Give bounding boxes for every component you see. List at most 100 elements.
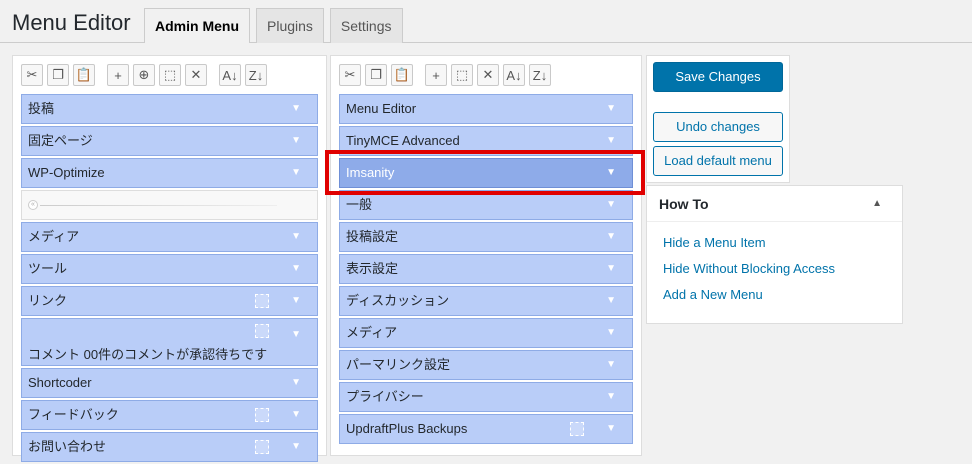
dropdown-arrow-icon[interactable]: ▼: [606, 287, 616, 315]
menu-item-label: ツール: [28, 261, 68, 276]
tab-plugins[interactable]: Plugins: [256, 8, 324, 43]
menu-item-label: お問い合わせ: [28, 439, 107, 454]
collapse-icon[interactable]: ▲: [872, 186, 882, 222]
dropdown-arrow-icon[interactable]: ▼: [291, 287, 301, 315]
dropdown-arrow-icon[interactable]: ▼: [606, 319, 616, 347]
new-menu-icon[interactable]: +: [107, 64, 129, 86]
admin-menu-panel: ✂ ❐ 📋 + ⊕ ⬚ ✕ A↓ Z↓ 投稿 ▼ 固定ページ ▼ WP-Optimi…: [12, 55, 327, 462]
tab-bar: Admin Menu Plugins Settings: [144, 8, 403, 43]
hidden-item-icon: [255, 324, 269, 338]
submenu-item[interactable]: メディア ▼: [339, 318, 633, 348]
menu-toolbar: ✂ ❐ 📋 + ⊕ ⬚ ✕ A↓ Z↓: [21, 64, 271, 86]
submenu-item[interactable]: パーマリンク設定 ▼: [339, 350, 633, 380]
menu-item[interactable]: WP-Optimize ▼: [21, 158, 318, 188]
sort-ascending-icon[interactable]: A↓: [503, 64, 525, 86]
paste-icon[interactable]: 📋: [391, 64, 413, 86]
menu-item-label: WP-Optimize: [28, 165, 105, 180]
menu-item-label: フィードバック: [28, 407, 119, 422]
submenu-item[interactable]: ディスカッション ▼: [339, 286, 633, 316]
submenu-item[interactable]: Menu Editor ▼: [339, 94, 633, 124]
menu-item-label: 固定ページ: [28, 133, 93, 148]
hidden-item-icon: [255, 408, 269, 422]
tab-settings[interactable]: Settings: [329, 8, 403, 43]
dropdown-arrow-icon[interactable]: ▼: [606, 191, 616, 219]
menu-item-label: 投稿: [28, 101, 55, 116]
menu-item[interactable]: リンク ▼: [21, 286, 318, 316]
dropdown-arrow-icon[interactable]: ▼: [606, 255, 616, 283]
submenu-item[interactable]: 表示設定 ▼: [339, 254, 633, 284]
submenu-item-label: パーマリンク設定: [346, 357, 451, 372]
dropdown-arrow-icon[interactable]: ▼: [606, 415, 616, 443]
menu-item[interactable]: フィードバック ▼: [21, 400, 318, 430]
new-menu-icon[interactable]: +: [425, 64, 447, 86]
dropdown-arrow-icon[interactable]: ▼: [291, 433, 301, 461]
paste-icon[interactable]: 📋: [73, 64, 95, 86]
dropdown-arrow-icon[interactable]: ▼: [291, 159, 301, 187]
dropdown-arrow-icon[interactable]: ▼: [291, 369, 301, 397]
submenu-item-label: UpdraftPlus Backups: [346, 421, 468, 436]
dropdown-arrow-icon[interactable]: ▼: [606, 351, 616, 379]
how-to-box: How To ▲ Hide a Menu Item Hide Without B…: [646, 185, 903, 324]
submenu-item[interactable]: プライバシー ▼: [339, 382, 633, 412]
submenu-item[interactable]: UpdraftPlus Backups ▼: [339, 414, 633, 444]
hide-icon[interactable]: ⬚: [451, 64, 473, 86]
submenu-item-label: TinyMCE Advanced: [346, 133, 460, 148]
dropdown-arrow-icon[interactable]: ▼: [291, 223, 301, 251]
tab-admin-menu[interactable]: Admin Menu: [144, 8, 250, 43]
delete-icon[interactable]: ✕: [477, 64, 499, 86]
dropdown-arrow-icon[interactable]: ▼: [291, 255, 301, 283]
submenu-item-label: 一般: [346, 197, 373, 212]
page-title: Menu Editor: [12, 10, 131, 35]
undo-changes-button[interactable]: Undo changes: [653, 112, 783, 142]
how-to-links: Hide a Menu Item Hide Without Blocking A…: [647, 222, 902, 316]
menu-item[interactable]: Shortcoder ▼: [21, 368, 318, 398]
separator-line: [40, 205, 277, 206]
copy-icon[interactable]: ❐: [47, 64, 69, 86]
copy-icon[interactable]: ❐: [365, 64, 387, 86]
add-new-menu-link[interactable]: Add a New Menu: [663, 282, 886, 308]
highlight-box: [325, 150, 645, 195]
submenu-item-label: メディア: [346, 325, 398, 340]
menu-item[interactable]: 固定ページ ▼: [21, 126, 318, 156]
menu-item[interactable]: お問い合わせ ▼: [21, 432, 318, 462]
dropdown-arrow-icon[interactable]: ▼: [291, 321, 301, 349]
menu-item-label: コメント 00件のコメントが承認待ちです: [28, 347, 268, 362]
menu-item-label: Shortcoder: [28, 375, 92, 390]
menu-item[interactable]: 投稿 ▼: [21, 94, 318, 124]
new-separator-icon[interactable]: ⊕: [133, 64, 155, 86]
dropdown-arrow-icon[interactable]: ▼: [606, 383, 616, 411]
sort-ascending-icon[interactable]: A↓: [219, 64, 241, 86]
sort-descending-icon[interactable]: Z↓: [529, 64, 551, 86]
hide-menu-item-link[interactable]: Hide a Menu Item: [663, 230, 886, 256]
delete-icon[interactable]: ✕: [185, 64, 207, 86]
submenu-panel: ✂ ❐ 📋 + ⬚ ✕ A↓ Z↓ Menu Editor ▼ TinyMCE A…: [330, 55, 642, 456]
menu-item[interactable]: メディア ▼: [21, 222, 318, 252]
save-changes-button[interactable]: Save Changes: [653, 62, 783, 92]
how-to-header[interactable]: How To ▲: [647, 186, 902, 222]
dropdown-arrow-icon[interactable]: ▼: [606, 223, 616, 251]
load-default-menu-button[interactable]: Load default menu: [653, 146, 783, 176]
actions-box: Save Changes Undo changes Load default m…: [646, 55, 790, 183]
submenu-item-label: プライバシー: [346, 389, 424, 404]
hidden-item-icon: [255, 294, 269, 308]
how-to-title: How To: [659, 196, 709, 212]
submenu-item-label: Menu Editor: [346, 101, 417, 116]
sort-descending-icon[interactable]: Z↓: [245, 64, 267, 86]
separator-handle-icon: «: [28, 200, 38, 210]
menu-separator[interactable]: «: [21, 190, 318, 220]
hide-without-blocking-link[interactable]: Hide Without Blocking Access: [663, 256, 886, 282]
menu-item[interactable]: コメント 00件のコメントが承認待ちです ▼: [21, 318, 318, 366]
hide-icon[interactable]: ⬚: [159, 64, 181, 86]
dropdown-arrow-icon[interactable]: ▼: [291, 127, 301, 155]
dropdown-arrow-icon[interactable]: ▼: [291, 401, 301, 429]
dropdown-arrow-icon[interactable]: ▼: [606, 95, 616, 123]
submenu-item-label: ディスカッション: [346, 293, 450, 308]
cut-icon[interactable]: ✂: [339, 64, 361, 86]
hidden-item-icon: [255, 440, 269, 454]
submenu-item[interactable]: 投稿設定 ▼: [339, 222, 633, 252]
menu-item-label: リンク: [28, 293, 68, 308]
dropdown-arrow-icon[interactable]: ▼: [291, 95, 301, 123]
menu-item[interactable]: ツール ▼: [21, 254, 318, 284]
cut-icon[interactable]: ✂: [21, 64, 43, 86]
submenu-item-label: 表示設定: [346, 261, 399, 276]
